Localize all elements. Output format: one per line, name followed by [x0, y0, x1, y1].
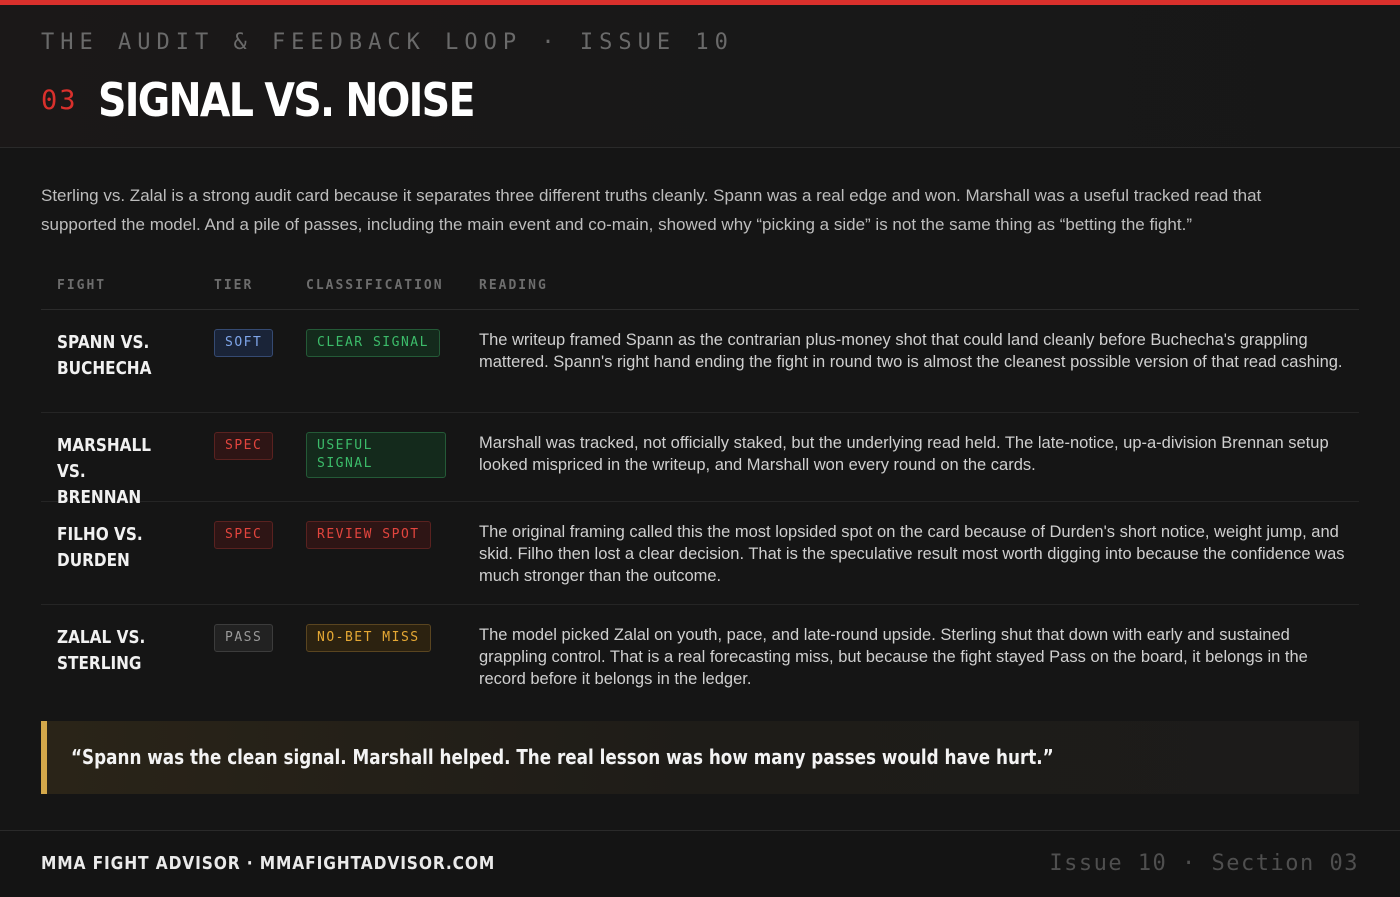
section-title: SIGNAL VS. NOISE [98, 73, 475, 127]
issue-kicker: THE AUDIT & FEEDBACK LOOP · ISSUE 10 [41, 30, 734, 55]
intro-paragraph: Sterling vs. Zalal is a strong audit car… [41, 186, 1262, 234]
table-row: ZALAL VS. STERLING PASS NO-BET MISS The … [41, 605, 1359, 708]
fight-name: ZALAL VS. STERLING [57, 627, 146, 674]
column-header-tier: TIER [214, 278, 254, 293]
audit-table: FIGHT TIER CLASSIFICATION READING SPANN … [41, 266, 1359, 708]
fight-name: FILHO VS. DURDEN [57, 524, 143, 571]
footer-issue: Issue 10 · Section 03 [1049, 851, 1359, 876]
page-footer: MMA FIGHT ADVISOR · MMAFIGHTADVISOR.COM … [0, 830, 1400, 897]
classification-badge: NO-BET MISS [306, 624, 431, 652]
reading-text: The model picked Zalal on youth, pace, a… [479, 626, 1308, 688]
tier-badge: SOFT [214, 329, 274, 357]
column-header-reading: READING [479, 278, 548, 293]
fight-name: MARSHALL VS. BRENNAN [57, 435, 152, 508]
tier-badge: SPEC [214, 432, 274, 460]
pull-quote: “Spann was the clean signal. Marshall he… [41, 721, 1359, 794]
table-row: FILHO VS. DURDEN SPEC REVIEW SPOT The or… [41, 502, 1359, 605]
column-header-fight: FIGHT [57, 278, 107, 293]
tier-badge: SPEC [214, 521, 274, 549]
classification-badge: USEFUL SIGNAL [306, 432, 446, 478]
classification-badge: REVIEW SPOT [306, 521, 431, 549]
column-header-classification: CLASSIFICATION [306, 278, 444, 293]
table-row: MARSHALL VS. BRENNAN SPEC USEFUL SIGNAL … [41, 413, 1359, 508]
pull-quote-text: “Spann was the clean signal. Marshall he… [71, 745, 1054, 769]
table-header: FIGHT TIER CLASSIFICATION READING [41, 266, 1359, 310]
tier-badge: PASS [214, 624, 274, 652]
reading-text: The original framing called this the mos… [479, 523, 1345, 585]
reading-text: The writeup framed Spann as the contrari… [479, 331, 1343, 371]
section-number: 03 [41, 85, 78, 116]
section-header: THE AUDIT & FEEDBACK LOOP · ISSUE 10 03 … [0, 5, 1400, 148]
footer-brand: MMA FIGHT ADVISOR · MMAFIGHTADVISOR.COM [41, 853, 496, 874]
classification-badge: CLEAR SIGNAL [306, 329, 440, 357]
fight-name: SPANN VS. BUCHECHA [57, 332, 152, 379]
table-row: SPANN VS. BUCHECHA SOFT CLEAR SIGNAL The… [41, 310, 1359, 413]
reading-text: Marshall was tracked, not officially sta… [479, 434, 1329, 474]
